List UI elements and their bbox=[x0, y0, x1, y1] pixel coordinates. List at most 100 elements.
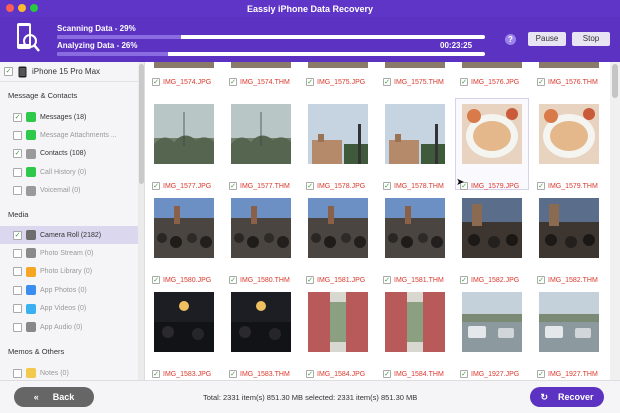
sidebar-item-notes[interactable]: Notes (0) bbox=[0, 364, 138, 380]
photo-tile[interactable]: IMG_1583.THM bbox=[223, 292, 300, 380]
photo-thumbnail[interactable] bbox=[154, 292, 214, 352]
category-checkbox[interactable] bbox=[13, 230, 22, 240]
photo-thumbnail[interactable] bbox=[539, 104, 599, 164]
file-checkbox[interactable] bbox=[383, 182, 391, 190]
sidebar-scroll-thumb[interactable] bbox=[139, 64, 144, 184]
file-checkbox[interactable] bbox=[383, 276, 391, 284]
photo-tile[interactable]: IMG_1578.THM bbox=[377, 104, 454, 206]
file-caption: IMG_1581.JPG bbox=[306, 276, 365, 284]
file-checkbox[interactable] bbox=[229, 276, 237, 284]
photo-thumbnail[interactable] bbox=[231, 292, 291, 352]
file-checkbox[interactable] bbox=[460, 78, 468, 86]
file-checkbox[interactable] bbox=[460, 370, 468, 378]
sidebar-item-app-audio[interactable]: App Audio (0) bbox=[0, 318, 138, 336]
photo-thumbnail[interactable] bbox=[539, 292, 599, 352]
category-checkbox[interactable] bbox=[13, 186, 22, 196]
photo-tile[interactable]: IMG_1584.THM bbox=[377, 292, 454, 380]
file-checkbox[interactable] bbox=[306, 276, 314, 284]
pause-button[interactable]: Pause bbox=[528, 32, 566, 46]
sidebar-item-messages[interactable]: Messages (18) bbox=[0, 108, 138, 126]
photo-tile[interactable]: IMG_1577.THM bbox=[223, 104, 300, 206]
category-checkbox[interactable] bbox=[13, 130, 22, 140]
grid-scrollbar[interactable] bbox=[610, 62, 620, 380]
sidebar-item-voicemail[interactable]: Voicemail (0) bbox=[0, 182, 138, 200]
sidebar-item-app-photos[interactable]: App Photos (0) bbox=[0, 281, 138, 299]
file-checkbox[interactable] bbox=[152, 370, 160, 378]
photo-thumbnail[interactable] bbox=[539, 198, 599, 258]
file-name: IMG_1575.JPG bbox=[317, 78, 366, 86]
sidebar-item-call-history[interactable]: Call History (0) bbox=[0, 163, 138, 181]
category-checkbox[interactable] bbox=[13, 267, 22, 277]
help-icon[interactable]: ? bbox=[505, 34, 516, 45]
sidebar-item-app-videos[interactable]: App Videos (0) bbox=[0, 300, 138, 318]
photo-thumbnail[interactable] bbox=[154, 198, 214, 258]
photo-thumbnail[interactable] bbox=[462, 292, 522, 352]
photo-thumbnail[interactable] bbox=[231, 198, 291, 258]
photo-tile[interactable]: IMG_1581.JPG bbox=[300, 198, 377, 300]
photo-thumbnail[interactable] bbox=[462, 104, 522, 164]
file-checkbox[interactable] bbox=[537, 276, 545, 284]
photo-thumbnail[interactable] bbox=[308, 198, 368, 258]
zoom-window-button[interactable] bbox=[30, 4, 38, 12]
photo-tile[interactable]: IMG_1583.JPG bbox=[146, 292, 223, 380]
category-checkbox[interactable] bbox=[13, 149, 22, 159]
photo-thumbnail[interactable] bbox=[308, 104, 368, 164]
sidebar-item-camera-roll[interactable]: Camera Roll (2182) bbox=[0, 226, 138, 244]
photo-tile[interactable]: IMG_1579.THM bbox=[531, 104, 608, 206]
file-checkbox[interactable] bbox=[306, 182, 314, 190]
category-checkbox[interactable] bbox=[13, 368, 22, 378]
file-checkbox[interactable] bbox=[229, 182, 237, 190]
photo-tile[interactable]: IMG_1581.THM bbox=[377, 198, 454, 300]
sidebar-item-photo-stream[interactable]: Photo Stream (0) bbox=[0, 244, 138, 262]
photo-tile[interactable]: IMG_1927.THM bbox=[531, 292, 608, 380]
photo-tile[interactable]: IMG_1580.THM bbox=[223, 198, 300, 300]
photo-tile[interactable]: IMG_1582.THM bbox=[531, 198, 608, 300]
back-button[interactable]: « Back bbox=[14, 387, 94, 407]
device-checkbox[interactable] bbox=[4, 67, 13, 76]
sidebar-item-photo-library[interactable]: Photo Library (0) bbox=[0, 263, 138, 281]
file-checkbox[interactable] bbox=[152, 276, 160, 284]
sidebar-item-contacts[interactable]: Contacts (108) bbox=[0, 145, 138, 163]
photo-thumbnail[interactable] bbox=[385, 104, 445, 164]
photo-tile[interactable]: IMG_1579.JPG bbox=[454, 98, 531, 206]
photo-thumbnail[interactable] bbox=[462, 198, 522, 258]
device-name: iPhone 15 Pro Max bbox=[32, 67, 101, 76]
photo-tile[interactable]: IMG_1927.JPG bbox=[454, 292, 531, 380]
photo-thumbnail[interactable] bbox=[231, 104, 291, 164]
file-checkbox[interactable] bbox=[537, 182, 545, 190]
file-checkbox[interactable] bbox=[383, 370, 391, 378]
file-checkbox[interactable] bbox=[306, 370, 314, 378]
close-window-button[interactable] bbox=[6, 4, 14, 12]
file-checkbox[interactable] bbox=[152, 182, 160, 190]
category-checkbox[interactable] bbox=[13, 304, 22, 314]
photo-thumbnail[interactable] bbox=[385, 198, 445, 258]
stop-button[interactable]: Stop bbox=[572, 32, 610, 46]
category-checkbox[interactable] bbox=[13, 285, 22, 295]
file-checkbox[interactable] bbox=[537, 370, 545, 378]
grid-scroll-thumb[interactable] bbox=[612, 64, 618, 98]
photo-tile[interactable]: IMG_1577.JPG bbox=[146, 104, 223, 206]
file-checkbox[interactable] bbox=[383, 78, 391, 86]
photo-thumbnail[interactable] bbox=[385, 292, 445, 352]
category-checkbox[interactable] bbox=[13, 112, 22, 122]
photo-thumbnail[interactable] bbox=[154, 104, 214, 164]
minimize-window-button[interactable] bbox=[18, 4, 26, 12]
file-checkbox[interactable] bbox=[537, 78, 545, 86]
recover-button[interactable]: ↻ Recover bbox=[530, 387, 604, 407]
photo-tile[interactable]: IMG_1584.JPG bbox=[300, 292, 377, 380]
file-checkbox[interactable] bbox=[306, 78, 314, 86]
category-checkbox[interactable] bbox=[13, 167, 22, 177]
category-checkbox[interactable] bbox=[13, 322, 22, 332]
file-checkbox[interactable] bbox=[460, 276, 468, 284]
file-checkbox[interactable] bbox=[229, 78, 237, 86]
sidebar-item-label: App Videos (0) bbox=[40, 305, 87, 313]
photo-tile[interactable]: IMG_1582.JPG bbox=[454, 198, 531, 300]
photo-tile[interactable]: IMG_1580.JPG bbox=[146, 198, 223, 300]
device-row[interactable]: iPhone 15 Pro Max bbox=[0, 62, 138, 82]
sidebar-item-message-attachments[interactable]: Message Attachments ... bbox=[0, 126, 138, 144]
photo-tile[interactable]: IMG_1578.JPG bbox=[300, 104, 377, 206]
file-checkbox[interactable] bbox=[229, 370, 237, 378]
photo-thumbnail[interactable] bbox=[308, 292, 368, 352]
file-checkbox[interactable] bbox=[152, 78, 160, 86]
category-checkbox[interactable] bbox=[13, 248, 22, 258]
